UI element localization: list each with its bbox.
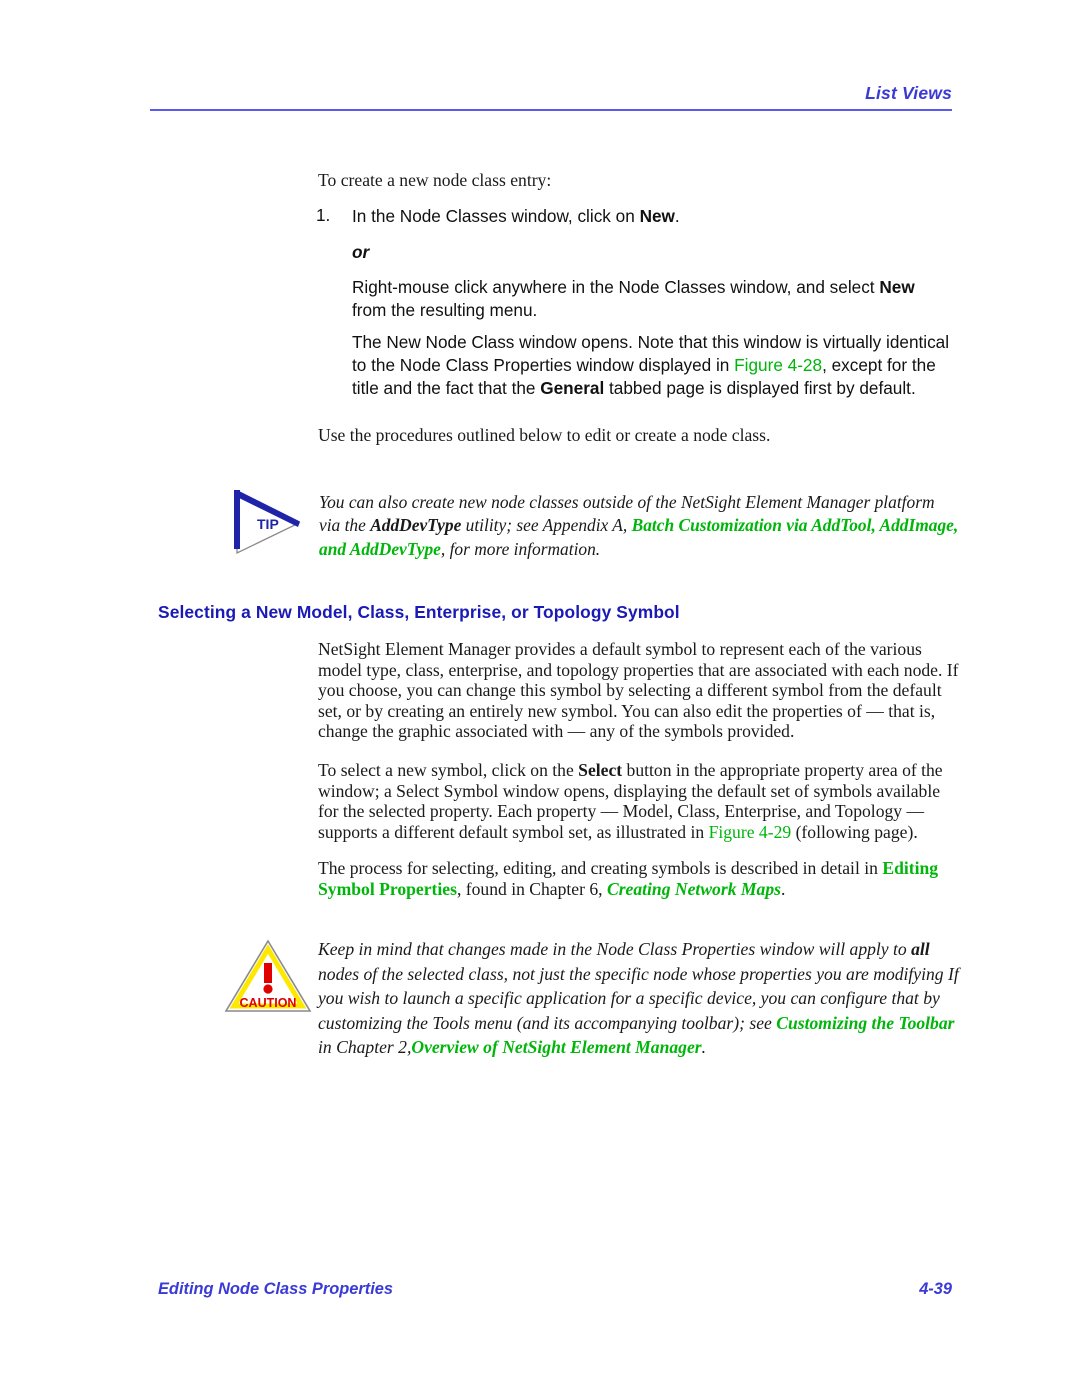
link-creating-network-maps[interactable]: Creating Network Maps — [607, 879, 781, 899]
process-part1: The process for selecting, editing, and … — [318, 858, 883, 878]
tip-callout: TIP You can also create new node classes… — [228, 487, 960, 567]
tip-part2: utility; see Appendix A, — [461, 515, 632, 536]
select-part3: (following page). — [791, 821, 918, 842]
alt-step-after: from the resulting menu. — [352, 299, 538, 320]
alt-step-text: Right-mouse click anywhere in the Node C… — [352, 276, 952, 322]
note-part3: tabbed page is displayed first by defaul… — [604, 377, 916, 398]
step-1-text-before: In the Node Classes window, click on — [352, 206, 640, 226]
running-head: List Views — [865, 83, 952, 103]
caution-part1: Keep in mind that changes made in the No… — [318, 939, 912, 959]
select-part1: To select a new symbol, click on the — [318, 760, 579, 780]
caution-icon-label: CAUTION — [240, 996, 297, 1010]
use-procedures-paragraph: Use the procedures outlined below to edi… — [318, 425, 771, 445]
caution-callout: CAUTION Keep in mind that changes made i… — [222, 935, 962, 1057]
step-1-text: In the Node Classes window, click on New… — [352, 205, 952, 228]
process-paragraph: The process for selecting, editing, and … — [318, 858, 960, 899]
page-header: List Views — [150, 83, 952, 112]
header-rule — [150, 109, 952, 112]
link-customizing-the-toolbar[interactable]: Customizing the Toolbar — [776, 1013, 954, 1033]
step-1-text-after: . — [674, 206, 680, 226]
tip-text: You can also create new node classes out… — [319, 491, 960, 561]
select-symbol-paragraph: To select a new symbol, click on the Sel… — [318, 760, 960, 842]
intro-line: To create a new node class entry: — [318, 170, 552, 190]
process-part2: , found in Chapter 6, — [456, 878, 607, 899]
select-bold-select: Select — [578, 760, 623, 780]
note-step-text: The New Node Class window opens. Note th… — [352, 331, 957, 399]
footer-section-title: Editing Node Class Properties — [158, 1280, 393, 1298]
alt-step-before: Right-mouse click anywhere in the Node C… — [352, 277, 880, 297]
footer-page-number: 4-39 — [919, 1280, 952, 1298]
caution-text: Keep in mind that changes made in the No… — [318, 937, 962, 1060]
tip-bold-adddevtype: AddDevType — [370, 515, 462, 536]
link-figure-4-28[interactable]: Figure 4-28 — [734, 355, 822, 375]
caution-icon: CAUTION — [222, 935, 314, 1017]
step-number-1: 1. — [316, 205, 331, 225]
tip-icon-label: TIP — [257, 516, 279, 532]
link-overview-of-netsight[interactable]: Overview of NetSight Element Manager — [411, 1037, 701, 1057]
tip-icon: TIP — [228, 487, 306, 557]
alt-step-bold-new: New — [879, 277, 915, 297]
page-footer: Editing Node Class Properties 4-39 — [158, 1280, 952, 1299]
process-part3: . — [780, 878, 786, 899]
caution-part4: . — [701, 1037, 707, 1057]
tip-part3: , for more information. — [440, 538, 601, 559]
section-heading: Selecting a New Model, Class, Enterprise… — [158, 602, 680, 622]
step-1-bold-new: New — [639, 206, 675, 226]
or-label: or — [352, 242, 370, 262]
caution-bold-all: all — [911, 939, 930, 959]
note-bold-general: General — [540, 377, 605, 398]
section-intro-paragraph: NetSight Element Manager provides a defa… — [318, 639, 959, 742]
link-figure-4-29[interactable]: Figure 4-29 — [709, 822, 792, 842]
caution-part3: in Chapter 2, — [318, 1037, 412, 1057]
